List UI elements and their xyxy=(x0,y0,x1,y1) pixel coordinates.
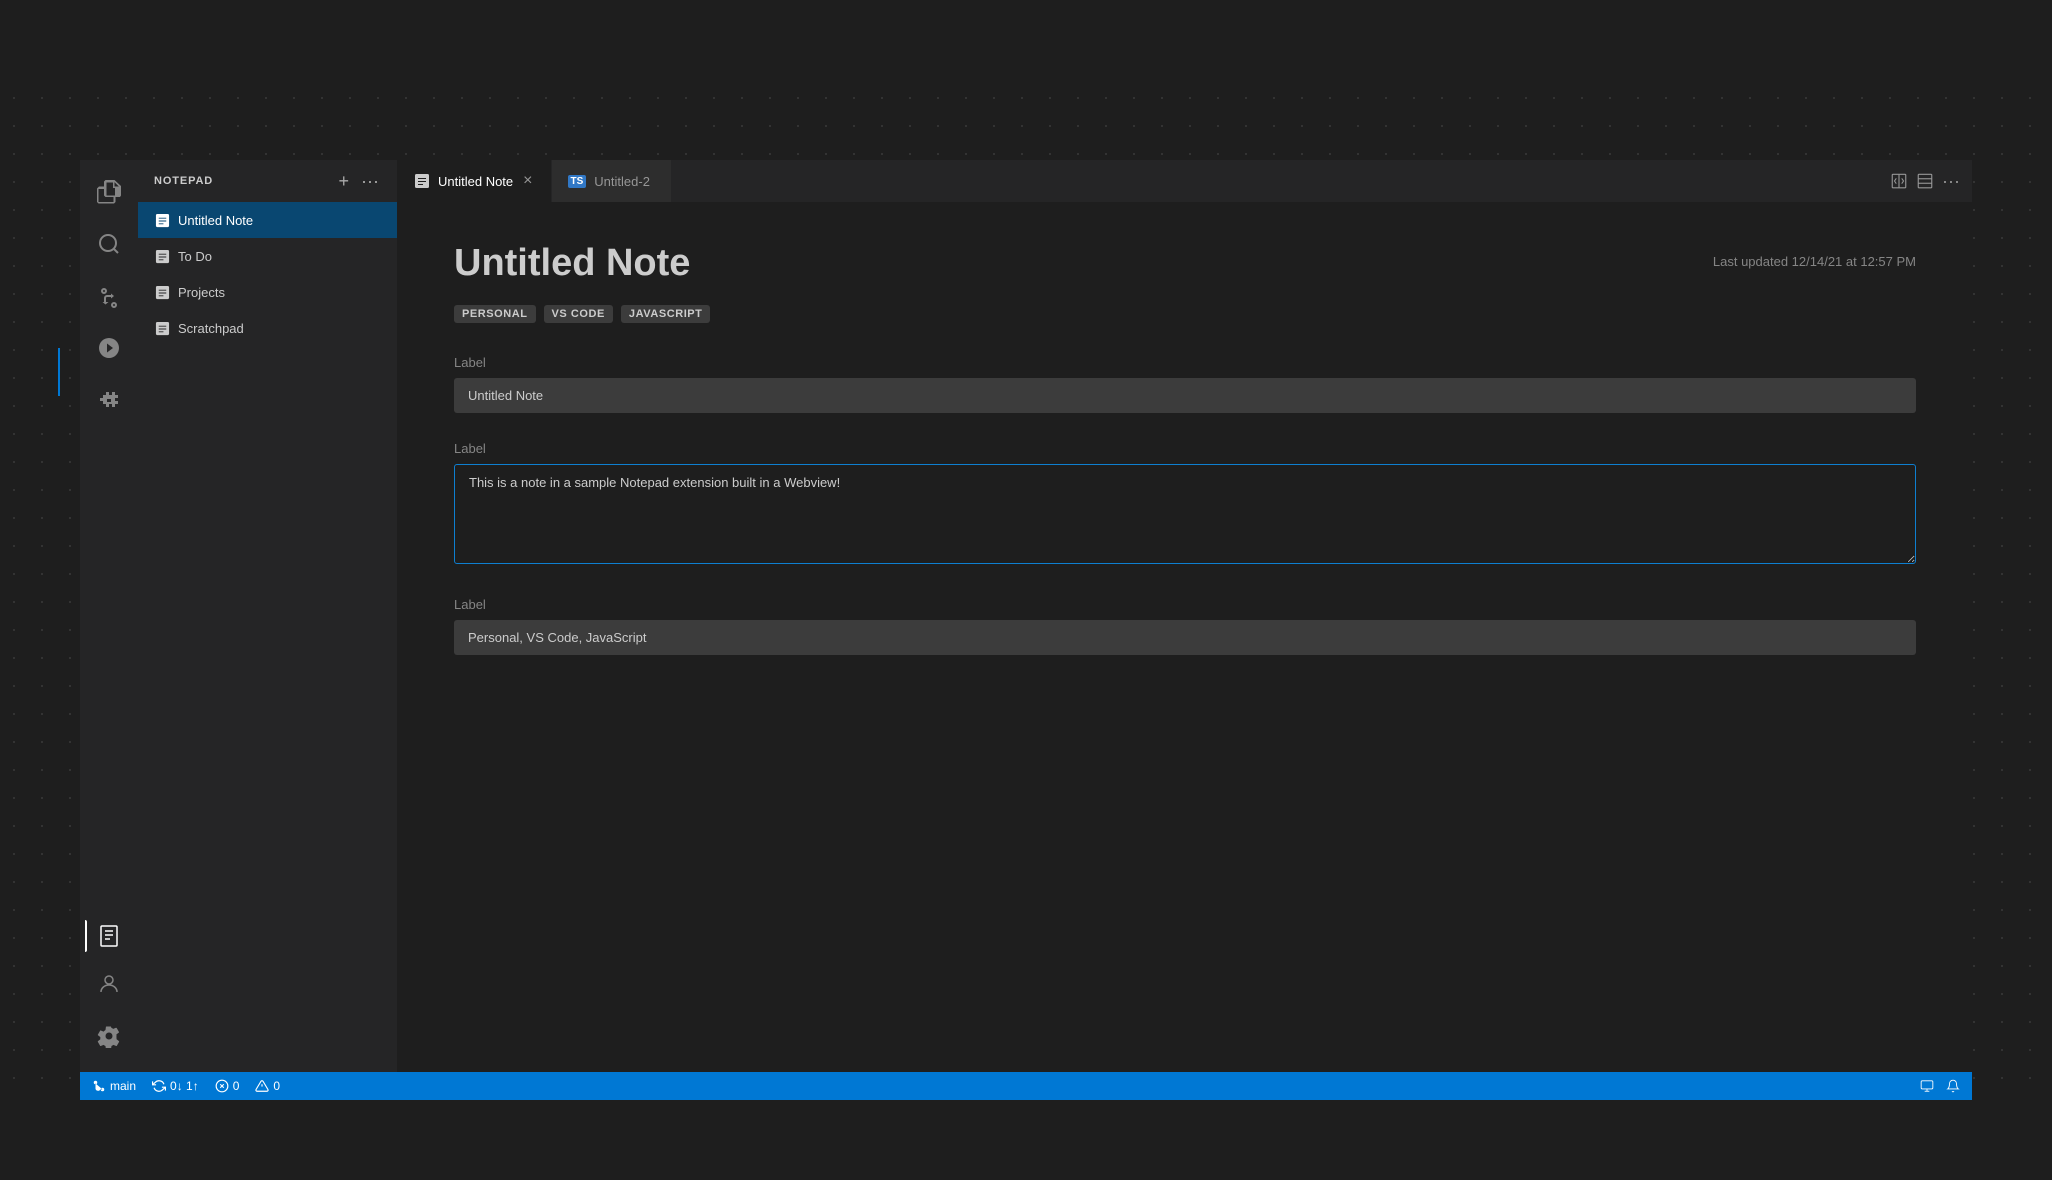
errors-count: 0 xyxy=(233,1079,240,1093)
activity-icon-search[interactable] xyxy=(85,220,133,268)
note-icon-todo xyxy=(154,248,170,264)
status-bar: main 0↓ 1↑ 0 0 xyxy=(80,1072,1972,1100)
note-header: Untitled Note Last updated 12/14/21 at 1… xyxy=(454,242,1916,285)
tab-close-button[interactable]: × xyxy=(521,173,534,189)
sidebar-item-label: To Do xyxy=(178,249,212,264)
form-group-content: Label xyxy=(454,441,1916,569)
sidebar-title: NOTEPAD xyxy=(154,175,213,187)
status-bell[interactable] xyxy=(1946,1079,1960,1093)
field-label-1: Label xyxy=(454,355,1916,370)
sidebar-item-label: Scratchpad xyxy=(178,321,244,336)
activity-icon-explorer[interactable] xyxy=(85,168,133,216)
editor-area: Untitled Note Last updated 12/14/21 at 1… xyxy=(398,202,1972,1072)
tag-vscode[interactable]: VS CODE xyxy=(544,305,613,323)
status-sync[interactable]: 0↓ 1↑ xyxy=(152,1079,199,1093)
tag-personal[interactable]: PERSONAL xyxy=(454,305,536,323)
content-textarea[interactable] xyxy=(454,464,1916,564)
sidebar-item-label: Untitled Note xyxy=(178,213,253,228)
tab-bar-actions: ··· xyxy=(1878,160,1972,202)
activity-icon-source-control[interactable] xyxy=(85,272,133,320)
form-group-tags: Label xyxy=(454,597,1916,655)
split-editor-button[interactable] xyxy=(1890,172,1908,190)
sidebar-item-untitled-note[interactable]: Untitled Note xyxy=(138,202,397,238)
layout-button[interactable] xyxy=(1916,172,1934,190)
activity-bar-top xyxy=(85,168,133,912)
status-bar-left: main 0↓ 1↑ 0 0 xyxy=(92,1079,1920,1093)
tab-label: Untitled-2 xyxy=(594,174,650,189)
sidebar-item-label: Projects xyxy=(178,285,225,300)
tab-untitled-2[interactable]: TS Untitled-2 xyxy=(552,160,672,202)
activity-icon-notepad[interactable] xyxy=(85,912,133,960)
sidebar-header: NOTEPAD + ··· xyxy=(138,160,397,202)
sidebar-item-scratchpad[interactable]: Scratchpad xyxy=(138,310,397,346)
more-actions-button[interactable]: ··· xyxy=(1942,171,1960,192)
tags-row: PERSONAL VS CODE JAVASCRIPT xyxy=(454,305,1916,323)
sidebar-more-button[interactable]: ··· xyxy=(359,169,381,194)
note-icon-scratchpad xyxy=(154,320,170,336)
status-warnings[interactable]: 0 xyxy=(255,1079,280,1093)
activity-bar-bottom xyxy=(85,960,133,1072)
tags-input[interactable] xyxy=(454,620,1916,655)
warnings-count: 0 xyxy=(273,1079,280,1093)
note-icon xyxy=(154,212,170,228)
status-errors[interactable]: 0 xyxy=(215,1079,240,1093)
activity-bar xyxy=(80,160,138,1072)
field-label-3: Label xyxy=(454,597,1916,612)
main-content: Untitled Note × TS Untitled-2 xyxy=(398,160,1972,1072)
activity-icon-account[interactable] xyxy=(85,960,133,1008)
sidebar-actions: + ··· xyxy=(337,169,382,194)
form-group-label: Label xyxy=(454,355,1916,413)
field-label-2: Label xyxy=(454,441,1916,456)
tag-javascript[interactable]: JAVASCRIPT xyxy=(621,305,711,323)
note-icon-projects xyxy=(154,284,170,300)
ts-badge: TS xyxy=(568,175,587,188)
tab-label: Untitled Note xyxy=(438,174,513,189)
tab-untitled-note[interactable]: Untitled Note × xyxy=(398,160,552,202)
note-last-updated: Last updated 12/14/21 at 12:57 PM xyxy=(1713,254,1916,269)
sync-status: 0↓ 1↑ xyxy=(170,1079,199,1093)
sidebar-item-to-do[interactable]: To Do xyxy=(138,238,397,274)
title-input[interactable] xyxy=(454,378,1916,413)
tab-note-icon xyxy=(414,173,430,189)
note-title: Untitled Note xyxy=(454,242,690,285)
sidebar: NOTEPAD + ··· Untitled Note xyxy=(138,160,398,1072)
sidebar-item-projects[interactable]: Projects xyxy=(138,274,397,310)
sidebar-nav: Untitled Note To Do Projects xyxy=(138,202,397,1072)
activity-icon-settings[interactable] xyxy=(85,1012,133,1060)
status-bar-right xyxy=(1920,1079,1960,1093)
branch-name: main xyxy=(110,1079,136,1093)
activity-icon-extensions[interactable] xyxy=(85,376,133,424)
sidebar-add-button[interactable]: + xyxy=(337,169,352,194)
tab-bar: Untitled Note × TS Untitled-2 xyxy=(398,160,1972,202)
status-branch[interactable]: main xyxy=(92,1079,136,1093)
activity-icon-run[interactable] xyxy=(85,324,133,372)
status-remote[interactable] xyxy=(1920,1079,1934,1093)
